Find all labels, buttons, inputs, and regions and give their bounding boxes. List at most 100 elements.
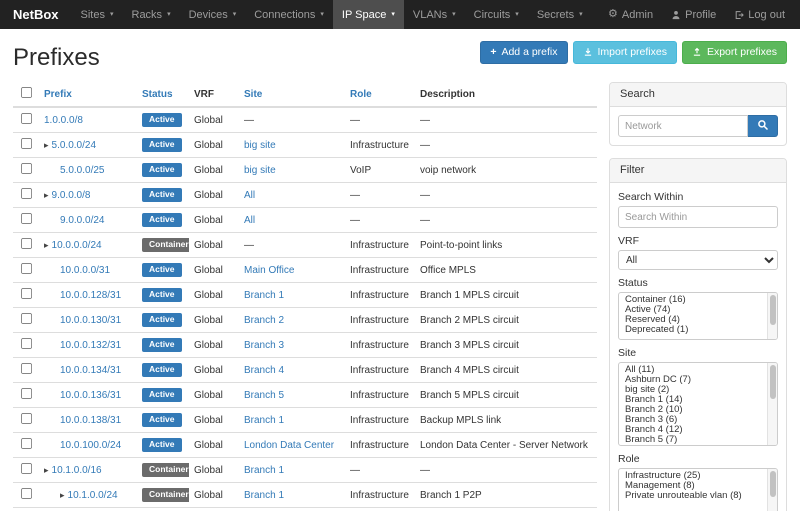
status-filter-option[interactable]: Deprecated (1): [621, 325, 765, 335]
brand-link[interactable]: NetBox: [0, 0, 72, 29]
site-link[interactable]: —: [244, 115, 254, 126]
status-filter-option[interactable]: Active (74): [621, 305, 765, 315]
prefix-link[interactable]: 10.0.0.0/31: [60, 265, 110, 276]
site-filter-option[interactable]: Branch 5 (7): [621, 435, 765, 445]
table-row: ▸10.0.0.128/31 Active Global Branch 1 In…: [13, 283, 597, 308]
row-checkbox[interactable]: [21, 113, 32, 124]
row-checkbox[interactable]: [21, 238, 32, 249]
nav-admin[interactable]: ⚙ Admin: [599, 0, 662, 29]
search-button[interactable]: [748, 115, 778, 137]
scrollbar[interactable]: [767, 363, 777, 445]
site-link[interactable]: All: [244, 190, 255, 201]
scrollbar-thumb[interactable]: [770, 365, 776, 399]
row-checkbox[interactable]: [21, 263, 32, 274]
search-within-input[interactable]: [618, 206, 778, 228]
scrollbar[interactable]: [767, 469, 777, 511]
nav-menu-item[interactable]: Racks ▾: [123, 0, 180, 29]
prefix-link[interactable]: 10.0.0.130/31: [60, 315, 121, 326]
role-filter-option[interactable]: Management (8): [621, 481, 765, 491]
site-link[interactable]: Branch 2: [244, 315, 284, 326]
prefix-link[interactable]: 10.0.0.132/31: [60, 340, 121, 351]
status-filter-option[interactable]: Reserved (4): [621, 315, 765, 325]
row-checkbox[interactable]: [21, 163, 32, 174]
table-row: ▸10.0.0.134/31 Active Global Branch 4 In…: [13, 358, 597, 383]
site-link[interactable]: Branch 5: [244, 390, 284, 401]
site-link[interactable]: London Data Center: [244, 440, 334, 451]
prefix-link[interactable]: 10.0.0.138/31: [60, 415, 121, 426]
column-header-site[interactable]: Site: [244, 89, 262, 100]
row-checkbox[interactable]: [21, 188, 32, 199]
site-filter-option[interactable]: Branch 1 (14): [621, 395, 765, 405]
prefix-link[interactable]: 5.0.0.0/24: [52, 140, 96, 151]
site-link[interactable]: Branch 4: [244, 365, 284, 376]
scrollbar[interactable]: [767, 293, 777, 339]
prefix-link[interactable]: 10.0.0.136/31: [60, 390, 121, 401]
role-filter-option[interactable]: Private unrouteable vlan (8): [621, 491, 765, 501]
status-filter-listbox[interactable]: Container (16)Active (74)Reserved (4)Dep…: [618, 292, 778, 340]
prefix-link[interactable]: 9.0.0.0/8: [52, 190, 91, 201]
site-link[interactable]: Branch 1: [244, 290, 284, 301]
prefix-link[interactable]: 5.0.0.0/25: [60, 165, 104, 176]
site-link[interactable]: Branch 1: [244, 415, 284, 426]
nav-menu-item[interactable]: Circuits ▾: [465, 0, 528, 29]
site-filter-option[interactable]: Ashburn DC (7): [621, 375, 765, 385]
site-filter-option[interactable]: Branch 3 (6): [621, 415, 765, 425]
prefix-link[interactable]: 9.0.0.0/24: [60, 215, 104, 226]
row-checkbox[interactable]: [21, 363, 32, 374]
row-checkbox[interactable]: [21, 413, 32, 424]
site-filter-option[interactable]: Branch 4 (12): [621, 425, 765, 435]
status-badge: Active: [142, 363, 182, 376]
nav-profile[interactable]: Profile: [662, 0, 725, 29]
column-header-status[interactable]: Status: [142, 89, 173, 100]
nav-menu-item[interactable]: Devices ▾: [180, 0, 246, 29]
nav-menu-item[interactable]: VLANs ▾: [404, 0, 465, 29]
prefix-link[interactable]: 10.1.0.0/24: [68, 490, 118, 501]
role-filter-option[interactable]: Infrastructure (25): [621, 471, 765, 481]
nav-menu-item[interactable]: Secrets ▾: [528, 0, 592, 29]
site-link[interactable]: Branch 1: [244, 490, 284, 501]
site-link[interactable]: —: [244, 240, 254, 251]
row-checkbox[interactable]: [21, 488, 32, 499]
row-checkbox[interactable]: [21, 213, 32, 224]
row-checkbox[interactable]: [21, 388, 32, 399]
prefix-link[interactable]: 10.1.0.0/16: [52, 465, 102, 476]
column-header-role[interactable]: Role: [350, 89, 372, 100]
row-checkbox[interactable]: [21, 338, 32, 349]
export-prefixes-button[interactable]: Export prefixes: [682, 41, 787, 64]
add-prefix-button[interactable]: + Add a prefix: [480, 41, 567, 64]
site-filter-option[interactable]: Branch 2 (10): [621, 405, 765, 415]
site-filter-option[interactable]: big site (2): [621, 385, 765, 395]
row-checkbox[interactable]: [21, 138, 32, 149]
prefix-link[interactable]: 10.0.0.0/24: [52, 240, 102, 251]
site-link[interactable]: All: [244, 215, 255, 226]
status-filter-option[interactable]: Container (16): [621, 295, 765, 305]
column-header-prefix[interactable]: Prefix: [44, 89, 72, 100]
site-link[interactable]: Branch 1: [244, 465, 284, 476]
prefix-link[interactable]: 10.0.0.128/31: [60, 290, 121, 301]
site-link[interactable]: big site: [244, 165, 276, 176]
site-link[interactable]: Main Office: [244, 265, 294, 276]
role-filter-listbox[interactable]: Infrastructure (25)Management (8)Private…: [618, 468, 778, 511]
scrollbar-thumb[interactable]: [770, 295, 776, 325]
vrf-filter-select[interactable]: All: [618, 250, 778, 270]
site-link[interactable]: Branch 3: [244, 340, 284, 351]
site-link[interactable]: big site: [244, 140, 276, 151]
select-all-checkbox[interactable]: [21, 87, 32, 98]
site-filter-option[interactable]: All (11): [621, 365, 765, 375]
import-prefixes-button[interactable]: Import prefixes: [573, 41, 677, 64]
nav-menu-item[interactable]: IP Space ▾: [333, 0, 404, 29]
nav-menu-item[interactable]: Connections ▾: [245, 0, 333, 29]
prefix-link[interactable]: 1.0.0.0/8: [44, 115, 83, 126]
site-filter-listbox[interactable]: All (11)Ashburn DC (7)big site (2)Branch…: [618, 362, 778, 446]
prefix-link[interactable]: 10.0.0.134/31: [60, 365, 121, 376]
row-checkbox[interactable]: [21, 288, 32, 299]
site-filter-option[interactable]: COLO-1 (24): [621, 445, 765, 446]
nav-menu-item[interactable]: Sites ▾: [72, 0, 123, 29]
row-checkbox[interactable]: [21, 463, 32, 474]
prefix-link[interactable]: 10.0.100.0/24: [60, 440, 121, 451]
search-input[interactable]: [618, 115, 748, 137]
row-checkbox[interactable]: [21, 313, 32, 324]
scrollbar-thumb[interactable]: [770, 471, 776, 497]
nav-logout[interactable]: Log out: [725, 0, 794, 29]
row-checkbox[interactable]: [21, 438, 32, 449]
